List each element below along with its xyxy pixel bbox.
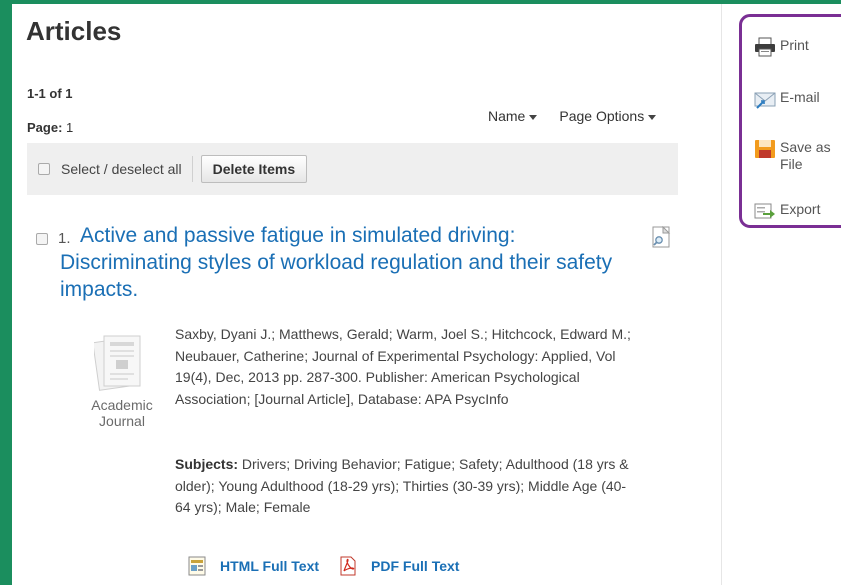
pdf-icon [340, 556, 356, 576]
document-type: Academic Journal [72, 332, 172, 429]
document-type-label-line2: Journal [99, 413, 145, 429]
tools-sidebar: Print E-mail Save as File Export [723, 4, 841, 585]
subjects: Subjects: Drivers; Driving Behavior; Fat… [175, 454, 635, 519]
pdf-full-text-label: PDF Full Text [371, 558, 460, 574]
delete-items-button[interactable]: Delete Items [200, 155, 308, 183]
save-as-file-label: Save as File [780, 139, 831, 173]
print-icon [755, 37, 775, 57]
print-tool[interactable]: Print [754, 37, 809, 57]
sort-name-dropdown[interactable]: Name [488, 108, 538, 124]
subjects-label: Subjects: [175, 456, 239, 472]
tools-panel: Print E-mail Save as File Export [739, 14, 841, 228]
save-icon [755, 140, 775, 158]
export-label: Export [780, 201, 821, 217]
email-icon [754, 92, 776, 109]
journal-icon [92, 335, 141, 391]
results-panel: Articles 1-1 of 1 Page: 1 Name Page Opti… [12, 4, 722, 585]
html-full-text-label: HTML Full Text [220, 558, 320, 574]
page-options-dropdown[interactable]: Page Options [559, 108, 657, 124]
result-title-link[interactable]: Active and passive fatigue in simulated … [60, 222, 620, 303]
app-frame: Articles 1-1 of 1 Page: 1 Name Page Opti… [12, 4, 841, 585]
html-full-text-icon [188, 556, 206, 576]
full-text-links: HTML Full Text PDF Full Text [188, 556, 459, 576]
save-as-file-tool[interactable]: Save as File [754, 139, 831, 173]
document-type-label-line1: Academic [91, 397, 153, 413]
preview-icon[interactable] [650, 226, 672, 248]
select-all-label[interactable]: Select / deselect all [61, 161, 182, 177]
pdf-full-text-link[interactable]: PDF Full Text [339, 556, 459, 576]
results-toolbar: Select / deselect all Delete Items [27, 143, 678, 195]
page-label: Page: [27, 120, 63, 135]
page-options-label: Page Options [559, 108, 645, 124]
result-checkbox[interactable] [36, 233, 48, 245]
subjects-list: Drivers; Driving Behavior; Fatigue; Safe… [175, 456, 629, 515]
export-icon [754, 203, 775, 219]
print-label: Print [780, 37, 809, 53]
email-tool[interactable]: E-mail [754, 89, 820, 109]
toolbar-divider [191, 156, 193, 182]
export-tool[interactable]: Export [754, 201, 820, 221]
save-as-file-label-line2: File [780, 156, 803, 172]
page-number: 1 [66, 120, 74, 135]
sort-name-label: Name [488, 108, 526, 124]
save-as-file-label-line1: Save as [780, 139, 831, 155]
page-title: Articles [26, 16, 122, 46]
citation-text: Saxby, Dyani J.; Matthews, Gerald; Warm,… [175, 326, 631, 407]
select-all-checkbox[interactable] [38, 163, 50, 175]
html-full-text-link[interactable]: HTML Full Text [188, 556, 319, 576]
email-label: E-mail [780, 89, 820, 105]
sort-controls: Name Page Options [488, 108, 657, 124]
chevron-down-icon [648, 114, 657, 120]
chevron-down-icon [529, 114, 538, 120]
result-count: 1-1 of 1 [27, 86, 73, 101]
page-indicator: Page: 1 [27, 120, 73, 135]
